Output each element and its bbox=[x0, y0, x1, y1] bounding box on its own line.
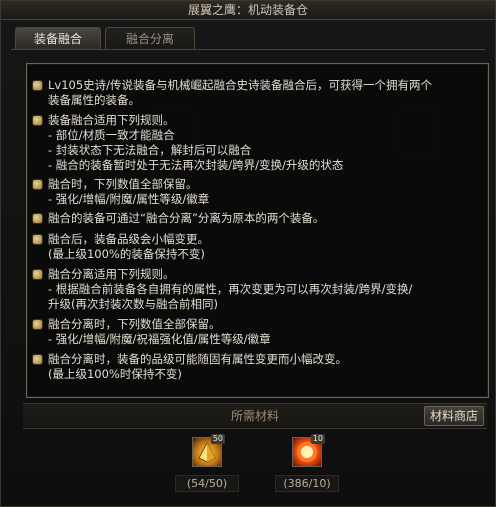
material-quantity-badge: 50 bbox=[210, 434, 225, 444]
tooltip-item: 融合后，装备品级会小幅变更。 (最上级100%的装备保持不变) bbox=[33, 232, 482, 262]
tooltip-line: 融合后，装备品级会小幅变更。 bbox=[48, 232, 209, 246]
bullet-icon bbox=[33, 235, 42, 244]
tooltip-line: (最上级100%的装备保持不变) bbox=[48, 247, 205, 261]
tooltip-item: 融合分离时，下列数值全部保留。 - 强化/增幅/附魔/祝福强化值/属性等级/徽章 bbox=[33, 317, 482, 347]
material-shop-button[interactable]: 材料商店 bbox=[424, 406, 484, 426]
bullet-icon bbox=[33, 320, 42, 329]
tooltip-item: 融合分离时，装备的品级可能随固有属性变更而小幅改变。 (最上级100%时保持不变… bbox=[33, 352, 482, 382]
tooltip-item: 装备融合适用下列规则。 - 部位/材质一致才能融合 - 封装状态下无法融合，解封… bbox=[33, 113, 482, 173]
bullet-icon bbox=[33, 116, 42, 125]
material-count: (54/50) bbox=[175, 475, 239, 492]
material-slot[interactable]: 50 (54/50) bbox=[175, 434, 239, 492]
tooltip-line: 融合分离时，下列数值全部保留。 bbox=[48, 317, 221, 331]
tooltip-line: 装备属性的装备。 bbox=[48, 93, 140, 107]
tooltip-line: - 部位/材质一致才能融合 bbox=[48, 128, 175, 142]
tooltip-line: - 强化/增幅/附魔/祝福强化值/属性等级/徽章 bbox=[48, 332, 271, 346]
materials-title: 所需材料 bbox=[230, 409, 279, 423]
bullet-icon bbox=[33, 81, 42, 90]
bullet-icon bbox=[33, 180, 42, 189]
tooltip-line: 融合分离时，装备的品级可能随固有属性变更而小幅改变。 bbox=[48, 352, 347, 366]
gold-material-icon[interactable]: 50 bbox=[192, 434, 225, 467]
window-title: 展翼之鹰：机动装备仓 bbox=[1, 1, 495, 20]
tooltip-line: 融合分离适用下列规则。 bbox=[48, 267, 175, 281]
tooltip-line: 融合的装备可通过“融合分离”分离为原本的两个装备。 bbox=[48, 211, 325, 225]
tooltip-item: Lv105史诗/传说装备与机械崛起融合史诗装备融合后，可获得一个拥有两个 装备属… bbox=[33, 78, 482, 108]
bullet-icon bbox=[33, 355, 42, 364]
tooltip-item: 融合时，下列数值全部保留。 - 强化/增幅/附魔/属性等级/徽章 bbox=[33, 177, 482, 207]
bullet-icon bbox=[33, 270, 42, 279]
tab-equipment-fusion[interactable]: 装备融合 bbox=[15, 27, 101, 49]
tooltip-line: - 根据融合前装备各自拥有的属性，再次变更为可以再次封装/跨界/变换/ bbox=[48, 282, 413, 296]
materials-header: 所需材料 材料商店 bbox=[23, 403, 487, 429]
material-slot[interactable]: 10 (386/10) bbox=[275, 434, 339, 492]
tooltip-item: 融合的装备可通过“融合分离”分离为原本的两个装备。 bbox=[33, 211, 482, 226]
bullet-icon bbox=[33, 214, 42, 223]
material-quantity-badge: 10 bbox=[310, 434, 325, 444]
tooltip-line: - 强化/增幅/附魔/属性等级/徽章 bbox=[48, 192, 210, 206]
tooltip-item: 融合分离适用下列规则。 - 根据融合前装备各自拥有的属性，再次变更为可以再次封装… bbox=[33, 267, 482, 312]
tab-fusion-separation[interactable]: 融合分离 bbox=[105, 27, 195, 49]
tooltip-line: 升级(再次封装次数与融合前相同) bbox=[48, 297, 218, 311]
fusion-help-tooltip: Lv105史诗/传说装备与机械崛起融合史诗装备融合后，可获得一个拥有两个 装备属… bbox=[26, 63, 489, 398]
equipment-fusion-window: 展翼之鹰：机动装备仓 装备融合 融合分离 Lv105史诗/传说装备与机械崛起融合… bbox=[0, 0, 496, 507]
tooltip-line: - 融合的装备暂时处于无法再次封装/跨界/变换/升级的状态 bbox=[48, 158, 344, 172]
tooltip-line: - 封装状态下无法融合，解封后可以融合 bbox=[48, 143, 252, 157]
fire-orb-material-icon[interactable]: 10 bbox=[292, 434, 325, 467]
tooltip-line: Lv105史诗/传说装备与机械崛起融合史诗装备融合后，可获得一个拥有两个 bbox=[48, 78, 433, 92]
material-count: (386/10) bbox=[275, 475, 339, 492]
tooltip-line: 装备融合适用下列规则。 bbox=[48, 113, 175, 127]
tooltip-line: (最上级100%时保持不变) bbox=[48, 367, 182, 381]
tooltip-line: 融合时，下列数值全部保留。 bbox=[48, 177, 198, 191]
tab-divider bbox=[11, 49, 485, 50]
